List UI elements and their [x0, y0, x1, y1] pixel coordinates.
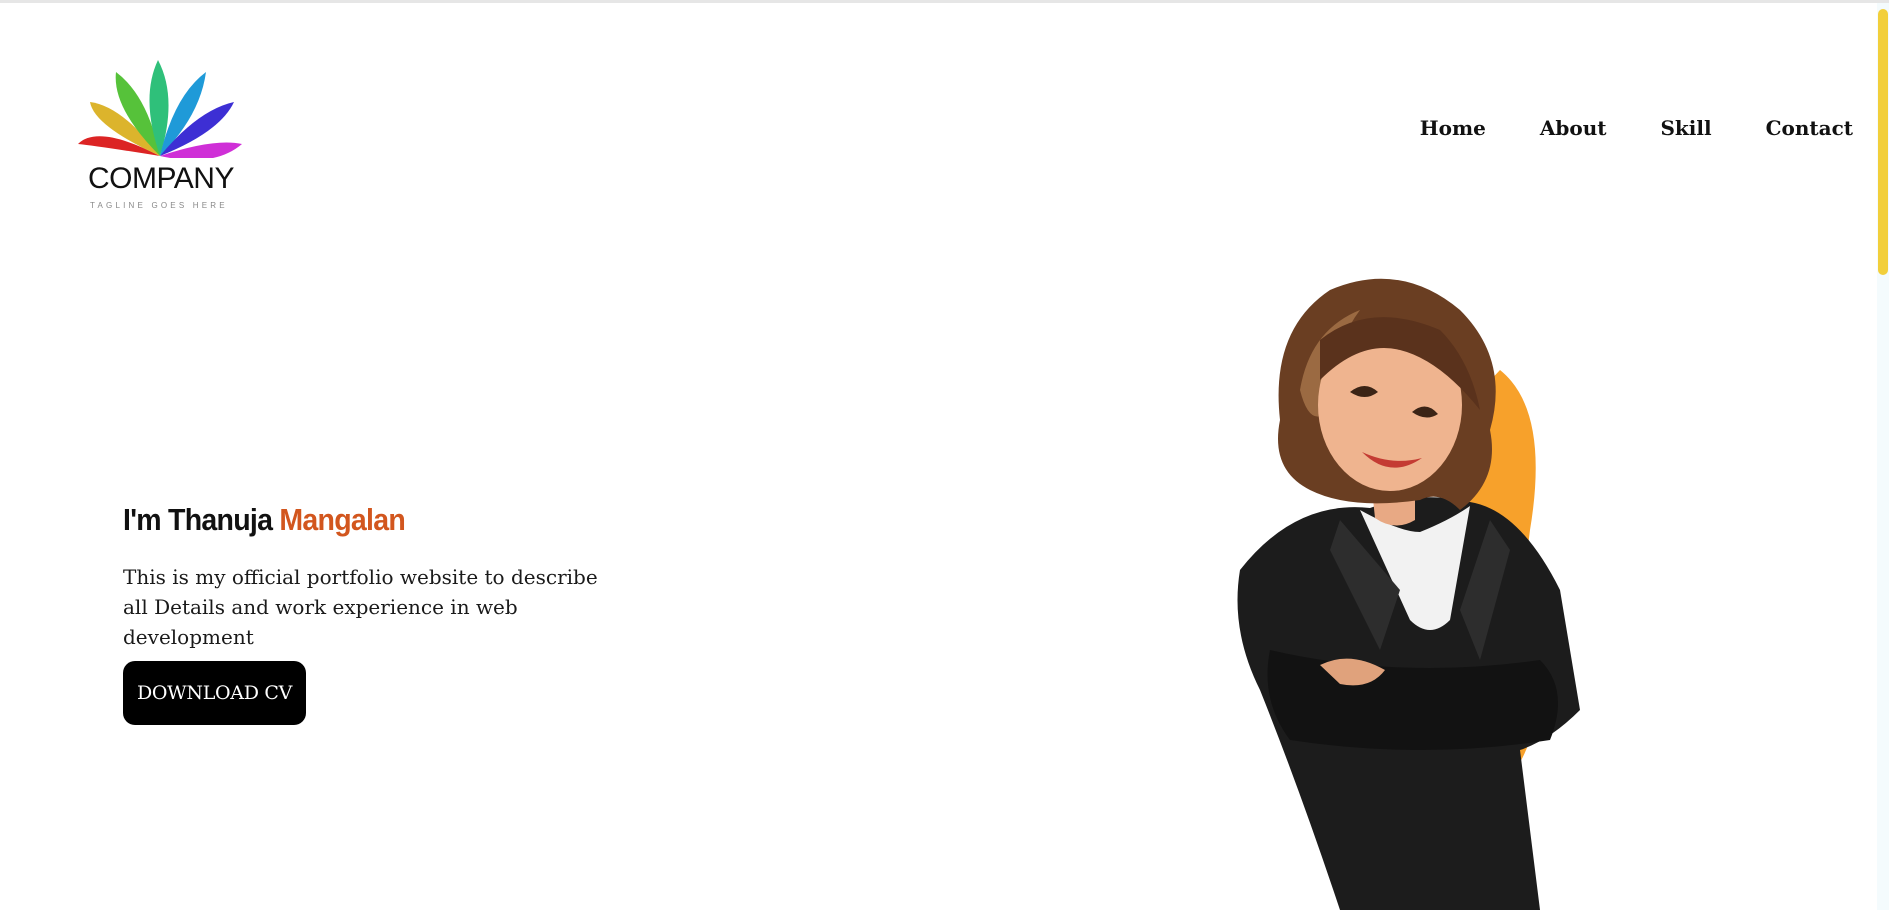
main-nav: Home About Skill Contact	[1420, 116, 1853, 140]
logo-wordmark: COMPANY	[88, 162, 234, 195]
nav-skill[interactable]: Skill	[1660, 116, 1711, 140]
hero-title: I'm Thanuja Mangalan	[123, 502, 406, 538]
nav-contact[interactable]: Contact	[1766, 116, 1853, 140]
company-logo[interactable]: COMPANY TAGLINE GOES HERE	[70, 58, 250, 218]
hero-highlight-name: Mangalan	[279, 502, 406, 537]
download-cv-button[interactable]: DOWNLOAD CV	[123, 661, 306, 725]
scrollbar-thumb[interactable]	[1878, 9, 1888, 275]
top-border	[0, 0, 1889, 3]
scrollbar-track[interactable]	[1877, 3, 1889, 910]
leaf-fan-icon	[78, 60, 242, 158]
logo-tagline: TAGLINE GOES HERE	[90, 201, 228, 210]
nav-about[interactable]: About	[1540, 116, 1607, 140]
businesswoman-illustration	[1237, 278, 1580, 910]
hero-description: This is my official portfolio website to…	[123, 565, 598, 649]
nav-home[interactable]: Home	[1420, 116, 1486, 140]
hero-greeting: I'm Thanuja	[123, 502, 280, 537]
